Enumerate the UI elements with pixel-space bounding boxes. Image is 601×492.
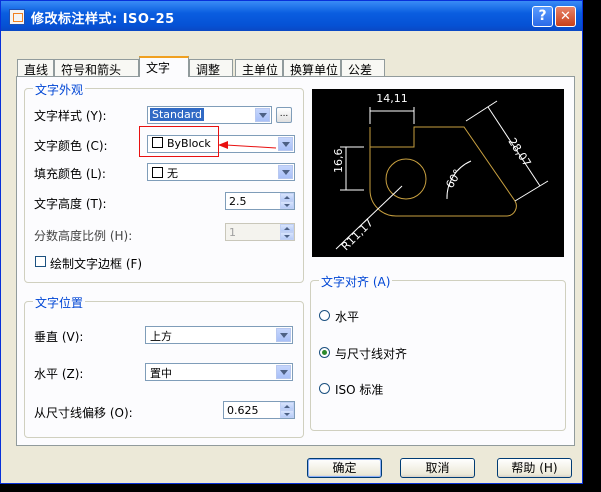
text-color-label: 文字颜色 (C): [34, 139, 108, 153]
text-style-value: Standard [150, 108, 205, 121]
text-placement-title: 文字位置 [33, 294, 86, 311]
draw-frame-checkbox[interactable] [35, 256, 46, 267]
horizontal-label: 水平 (Z): [34, 367, 84, 381]
align-iso-radio[interactable] [319, 383, 330, 394]
fraction-height-value: 1 [229, 226, 236, 239]
ok-button[interactable]: 确定 [307, 458, 382, 478]
chevron-down-icon[interactable] [278, 137, 293, 151]
spin-down-icon[interactable] [280, 201, 294, 209]
text-height-label: 文字高度 (T): [34, 197, 107, 211]
fill-color-label: 填充颜色 (L): [34, 167, 106, 181]
tab-alternate-units[interactable]: 换算单位 [283, 59, 341, 77]
annotation-arrow-icon [218, 141, 277, 149]
spin-down-icon[interactable] [280, 232, 294, 240]
tab-primary-units[interactable]: 主单位 [235, 59, 283, 77]
vertical-select[interactable]: 上方 [145, 326, 293, 344]
dim-radius-label: R11,17 [339, 216, 376, 253]
fraction-height-label: 分数高度比例 (H): [34, 229, 133, 243]
chevron-down-icon[interactable] [255, 108, 270, 122]
chevron-down-icon[interactable] [276, 365, 291, 379]
fill-color-value: 无 [167, 167, 178, 180]
align-horizontal-radio[interactable] [319, 310, 330, 321]
text-style-select[interactable]: Standard [147, 106, 272, 124]
tab-lines[interactable]: 直线 [17, 59, 54, 77]
dim-left-label: 16,6 [332, 149, 345, 174]
tab-fit[interactable]: 调整 [189, 59, 233, 77]
dim-angle-label: 60° [443, 167, 464, 190]
text-appearance-title: 文字外观 [33, 81, 86, 98]
help-button[interactable]: ? [532, 6, 553, 27]
spin-down-icon[interactable] [280, 410, 294, 418]
dim-slant-label: 28,07 [505, 136, 533, 169]
text-height-stepper[interactable]: 2.5 [225, 192, 295, 210]
spin-up-icon[interactable] [280, 224, 294, 232]
part-hole [385, 158, 427, 200]
align-dimline-radio[interactable] [319, 347, 330, 358]
vertical-value: 上方 [150, 330, 172, 343]
chevron-down-icon[interactable] [278, 165, 293, 179]
close-button[interactable]: ✕ [555, 6, 576, 27]
dimension-preview-drawing: 14,11 16,6 28,07 60° R11,17 [332, 92, 549, 253]
part-outline [369, 126, 517, 217]
offset-value: 0.625 [227, 404, 259, 417]
text-height-value: 2.5 [229, 195, 247, 208]
align-iso-label: ISO 标准 [335, 383, 384, 397]
tab-tolerances[interactable]: 公差 [341, 59, 385, 77]
align-horizontal-label: 水平 [335, 310, 360, 324]
spin-up-icon[interactable] [280, 193, 294, 201]
horizontal-select[interactable]: 置中 [145, 363, 293, 381]
highlight-box [139, 126, 219, 157]
preview-panel: 14,11 16,6 28,07 60° R11,17 [312, 89, 564, 257]
dialog-window: 修改标注样式: ISO-25 ? ✕ 直线 符号和箭头 文字 调整 主单位 换算… [0, 0, 583, 484]
align-dimline-label: 与尺寸线对齐 [335, 347, 408, 361]
text-style-label: 文字样式 (Y): [34, 109, 107, 123]
offset-label: 从尺寸线偏移 (O): [34, 406, 133, 420]
vertical-label: 垂直 (V): [34, 330, 84, 344]
app-icon [9, 9, 25, 25]
spin-up-icon[interactable] [280, 402, 294, 410]
title-bar[interactable]: 修改标注样式: ISO-25 ? ✕ [1, 1, 582, 31]
horizontal-value: 置中 [150, 367, 172, 380]
color-swatch-icon [152, 167, 163, 178]
text-alignment-title: 文字对齐 (A) [319, 273, 393, 290]
draw-frame-label: 绘制文字边框 (F) [50, 257, 143, 271]
window-title: 修改标注样式: ISO-25 [31, 12, 175, 27]
help-dialog-button[interactable]: 帮助 (H) [497, 458, 572, 478]
cancel-button[interactable]: 取消 [400, 458, 475, 478]
fill-color-select[interactable]: 无 [147, 163, 295, 181]
tab-symbols-arrows[interactable]: 符号和箭头 [54, 59, 139, 77]
text-style-browse-button[interactable]: ... [276, 107, 292, 123]
offset-stepper[interactable]: 0.625 [223, 401, 295, 419]
fraction-height-stepper[interactable]: 1 [225, 223, 295, 241]
chevron-down-icon[interactable] [276, 328, 291, 342]
tab-text[interactable]: 文字 [139, 56, 189, 77]
dim-top-label: 14,11 [376, 92, 408, 105]
